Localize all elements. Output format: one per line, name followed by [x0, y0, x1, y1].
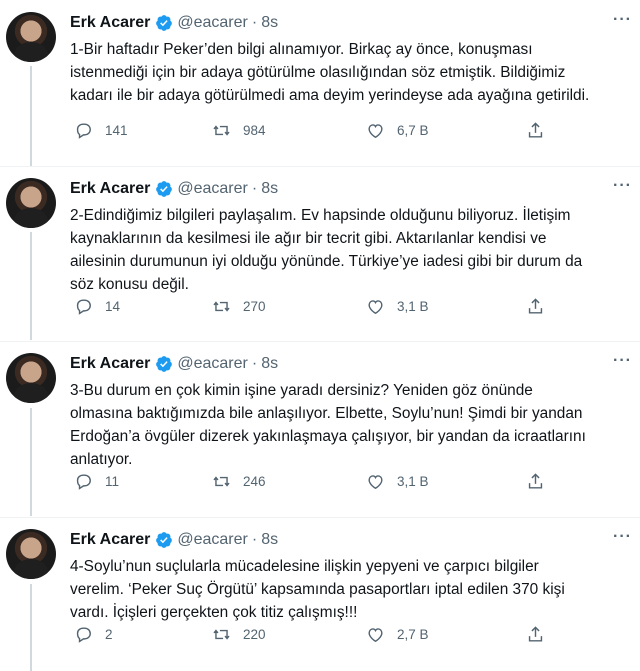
like-count: 2,7 B: [397, 627, 429, 642]
reply-icon: [76, 474, 91, 490]
like-icon: [368, 300, 383, 315]
verified-badge-icon: [156, 181, 173, 197]
reply-icon: [76, 123, 91, 139]
retweet-icon: [213, 125, 230, 136]
author-name[interactable]: Erk Acarer: [70, 531, 150, 549]
tweet-header: Erk Acarer @eacarer · 8s: [70, 353, 640, 375]
reply-button[interactable]: 2: [74, 625, 113, 644]
retweet-icon: [213, 629, 230, 640]
tweet-actions: 141 984 6,7 B: [70, 121, 570, 143]
more-icon[interactable]: ···: [613, 12, 632, 28]
reply-count: 14: [105, 299, 121, 314]
share-button[interactable]: [526, 625, 545, 644]
reply-icon: [76, 299, 91, 315]
retweet-button[interactable]: 220: [212, 625, 266, 644]
tweet[interactable]: Erk Acarer @eacarer · 8s ··· 4-Soylu’nun…: [0, 517, 640, 671]
like-button[interactable]: 3,1 B: [366, 472, 429, 491]
separator-dot: ·: [251, 355, 258, 372]
like-button[interactable]: 3,1 B: [366, 297, 429, 316]
like-icon: [368, 628, 383, 643]
share-icon: [528, 473, 543, 489]
tweet[interactable]: Erk Acarer @eacarer · 8s ··· 3-Bu durum …: [0, 341, 640, 517]
author-handle[interactable]: @eacarer: [177, 531, 248, 549]
tweet-header: Erk Acarer @eacarer · 8s: [70, 529, 640, 551]
author-handle[interactable]: @eacarer: [177, 355, 248, 373]
author-handle[interactable]: @eacarer: [177, 180, 248, 198]
avatar[interactable]: [6, 353, 56, 403]
separator-dot: ·: [251, 14, 258, 31]
tweet-time[interactable]: 8s: [261, 531, 278, 549]
retweet-button[interactable]: 984: [212, 121, 266, 140]
tweet-time[interactable]: 8s: [261, 14, 278, 32]
separator-dot: ·: [251, 180, 258, 197]
share-button[interactable]: [526, 121, 545, 140]
retweet-count: 246: [243, 474, 266, 489]
author-name[interactable]: Erk Acarer: [70, 355, 150, 373]
reply-count: 141: [105, 123, 128, 138]
tweet-header: Erk Acarer @eacarer · 8s: [70, 178, 640, 200]
share-button[interactable]: [526, 472, 545, 491]
more-icon[interactable]: ···: [613, 529, 632, 545]
tweet-text: 4-Soylu’nun suçlularla mücadelesine iliş…: [70, 558, 565, 621]
retweet-count: 984: [243, 123, 266, 138]
retweet-icon: [213, 476, 230, 487]
verified-badge-icon: [156, 356, 173, 372]
tweet-thread: Erk Acarer @eacarer · 8s ··· 1-Bir hafta…: [0, 0, 640, 671]
share-icon: [528, 626, 543, 642]
like-icon: [368, 124, 383, 139]
tweet-time[interactable]: 8s: [261, 180, 278, 198]
retweet-count: 220: [243, 627, 266, 642]
share-icon: [528, 298, 543, 314]
like-count: 6,7 B: [397, 123, 429, 138]
reply-button[interactable]: 141: [74, 121, 128, 140]
retweet-count: 270: [243, 299, 266, 314]
tweet-actions: 2 220 2,7 B: [70, 625, 570, 647]
more-icon[interactable]: ···: [613, 178, 632, 194]
like-button[interactable]: 6,7 B: [366, 121, 429, 140]
verified-badge-icon: [156, 532, 173, 548]
reply-icon: [76, 627, 91, 643]
tweet-actions: 14 270 3,1 B: [70, 297, 570, 319]
more-icon[interactable]: ···: [613, 353, 632, 369]
tweet-text: 2-Edindiğimiz bilgileri paylaşalım. Ev h…: [70, 207, 583, 293]
tweet[interactable]: Erk Acarer @eacarer · 8s ··· 2-Edindiğim…: [0, 166, 640, 341]
separator-dot: ·: [251, 531, 258, 548]
author-name[interactable]: Erk Acarer: [70, 14, 150, 32]
avatar[interactable]: [6, 12, 56, 62]
tweet-text: 3-Bu durum en çok kimin işine yaradı der…: [70, 382, 586, 468]
verified-badge-icon: [156, 15, 173, 31]
tweet-text: 1-Bir haftadır Peker’den bilgi alınamıyo…: [70, 41, 590, 104]
author-handle[interactable]: @eacarer: [177, 14, 248, 32]
reply-button[interactable]: 14: [74, 297, 120, 316]
tweet-time[interactable]: 8s: [261, 355, 278, 373]
tweet-actions: 11 246 3,1 B: [70, 472, 570, 494]
reply-count: 11: [105, 474, 120, 489]
like-count: 3,1 B: [397, 299, 429, 314]
reply-count: 2: [105, 627, 113, 642]
retweet-button[interactable]: 270: [212, 297, 266, 316]
author-name[interactable]: Erk Acarer: [70, 180, 150, 198]
avatar[interactable]: [6, 178, 56, 228]
tweet-header: Erk Acarer @eacarer · 8s: [70, 12, 640, 34]
tweet[interactable]: Erk Acarer @eacarer · 8s ··· 1-Bir hafta…: [0, 0, 640, 166]
share-icon: [528, 122, 543, 138]
share-button[interactable]: [526, 297, 545, 316]
reply-button[interactable]: 11: [74, 472, 119, 491]
retweet-button[interactable]: 246: [212, 472, 266, 491]
like-button[interactable]: 2,7 B: [366, 625, 429, 644]
retweet-icon: [213, 301, 230, 312]
like-icon: [368, 475, 383, 490]
like-count: 3,1 B: [397, 474, 429, 489]
avatar[interactable]: [6, 529, 56, 579]
